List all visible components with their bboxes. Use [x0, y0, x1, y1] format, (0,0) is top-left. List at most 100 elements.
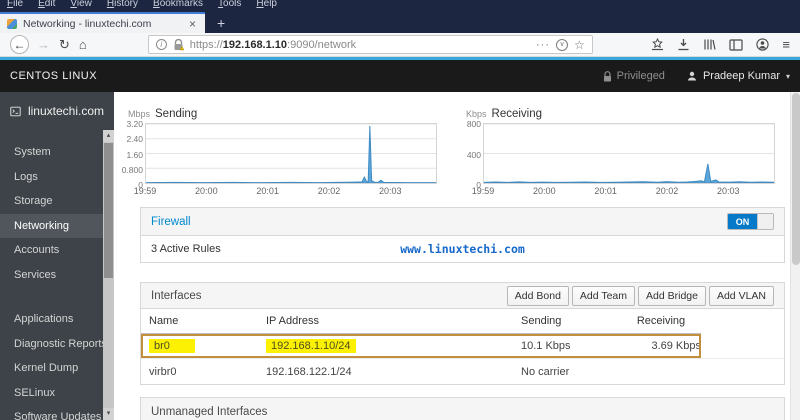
y-tick-label: 2.40	[126, 134, 143, 145]
page-scrollbar[interactable]	[790, 92, 800, 420]
sending-chart-title: Sending	[155, 108, 198, 120]
user-menu[interactable]: Pradeep Kumar ▾	[687, 70, 790, 82]
x-tick-label: 20:00	[195, 186, 218, 196]
account-icon[interactable]	[756, 38, 770, 51]
sidebar-item-diagnostic-reports[interactable]: Diagnostic Reports	[0, 332, 107, 357]
scroll-down-icon[interactable]: ▾	[103, 408, 114, 420]
cell-name: virbr0	[149, 365, 177, 378]
sidebar-item-accounts[interactable]: Accounts	[0, 238, 103, 263]
sidebar-toggle-icon[interactable]	[729, 38, 744, 51]
tab-close-button[interactable]: ×	[187, 17, 198, 31]
y-tick-label: 400	[466, 149, 481, 160]
menu-bookmarks[interactable]: Bookmarks	[153, 0, 203, 11]
x-tick-label: 20:01	[594, 186, 617, 196]
y-tick-label: 800	[466, 119, 481, 129]
cell-name: br0	[149, 339, 266, 353]
cell-receiving: 3.69 Kbps	[651, 340, 701, 352]
user-caret-icon: ▾	[785, 71, 790, 81]
browser-menu-items: File Edit View History Bookmarks Tools Help	[0, 0, 800, 11]
sending-plot	[145, 123, 437, 184]
privileged-lock-icon	[603, 70, 611, 81]
reload-button[interactable]: ↻	[59, 38, 70, 51]
interfaces-card: Interfaces Add Bond Add Team Add Bridge Add…	[140, 282, 785, 385]
column-header-receiving: Receiving	[636, 315, 686, 327]
menu-file[interactable]: File	[7, 0, 23, 11]
host-selector[interactable]: linuxtechi.com	[0, 92, 114, 130]
navbar-right-icons: ≡	[651, 37, 790, 52]
privileged-label: Privileged	[616, 70, 665, 82]
unmanaged-title: Unmanaged Interfaces	[151, 406, 268, 418]
sidebar-scrollbar[interactable]: ▴ ▾	[103, 130, 114, 420]
sidebar-item-networking[interactable]: Networking	[0, 213, 103, 238]
sidebar-item-kernel-dump[interactable]: Kernel Dump	[0, 356, 103, 381]
library-icon[interactable]	[703, 38, 716, 51]
sidebar-item-software-updates[interactable]: Software Updates	[0, 405, 103, 420]
url-scheme: https://	[189, 38, 223, 51]
privileged-badge[interactable]: Privileged	[603, 70, 665, 82]
sending-chart-unit: Mbps	[128, 109, 151, 119]
page-scroll-thumb[interactable]	[792, 93, 800, 265]
interfaces-title: Interfaces	[151, 289, 202, 302]
receiving-x-axis: 19:59 20:00 20:01 20:02 20:03	[472, 184, 775, 197]
menu-history[interactable]: History	[107, 0, 138, 11]
sidebar-scroll-thumb[interactable]	[104, 143, 113, 278]
bookmark-star-icon[interactable]: ☆	[574, 38, 585, 52]
sidebar-item-services[interactable]: Services	[0, 263, 103, 288]
menu-edit[interactable]: Edit	[38, 0, 55, 11]
column-header-ip-address: IP Address	[266, 315, 319, 327]
main-content: Mbps Sending 3.20 2.40 1.60 0.800 0 19:59 20:…	[114, 92, 800, 420]
add-team-button[interactable]: Add Team	[571, 285, 636, 306]
bookmarks-tray-icon[interactable]	[651, 38, 664, 51]
user-name: Pradeep Kumar	[702, 70, 780, 82]
sidebar-item-storage[interactable]: Storage	[0, 189, 103, 214]
forward-button[interactable]: →	[37, 38, 50, 51]
lock-warning-icon	[174, 38, 184, 50]
page-actions-icon[interactable]: ···	[536, 39, 550, 51]
url-bar[interactable]: i https://192.168.1.10:9090/network ··· …	[147, 35, 593, 54]
downloads-icon[interactable]	[677, 38, 690, 51]
menu-help[interactable]: Help	[256, 0, 277, 11]
interface-row-br0[interactable]: br0 192.168.1.10/24 10.1 Kbps 3.69 Kbps	[141, 334, 784, 359]
back-button[interactable]: ←	[10, 35, 29, 54]
add-vlan-button[interactable]: Add VLAN	[708, 285, 774, 306]
sidebar-item-system[interactable]: System	[0, 140, 103, 165]
scroll-up-icon[interactable]: ▴	[103, 130, 114, 142]
hamburger-menu-icon[interactable]: ≡	[782, 37, 790, 52]
host-name: linuxtechi.com	[27, 104, 104, 118]
y-tick-label: 0.800	[121, 164, 143, 175]
page-info-icon[interactable]: i	[155, 39, 167, 50]
column-header-name: Name	[149, 315, 179, 327]
home-button[interactable]: ⌂	[79, 38, 87, 51]
sidebar-item-applications[interactable]: Applications	[0, 307, 103, 332]
receiving-chart-unit: Kbps	[466, 109, 487, 119]
screen: File Edit View History Bookmarks Tools Help Ne…	[0, 0, 800, 420]
x-tick-label: 20:02	[317, 186, 341, 196]
pocket-icon[interactable]: ∨	[556, 38, 568, 51]
x-tick-label: 20:03	[717, 186, 740, 196]
firewall-toggle[interactable]: ON	[727, 213, 774, 230]
x-tick-label: 20:03	[379, 186, 402, 196]
menu-view[interactable]: View	[70, 0, 92, 11]
menu-tools[interactable]: Tools	[218, 0, 241, 11]
sidebar-item-logs[interactable]: Logs	[0, 165, 103, 190]
interfaces-table-header: Name IP Address Sending Receiving	[141, 309, 701, 334]
new-tab-button[interactable]: +	[205, 15, 237, 33]
add-bridge-button[interactable]: Add Bridge	[638, 285, 706, 306]
receiving-plot	[483, 123, 775, 184]
firewall-link[interactable]: Firewall	[151, 216, 191, 228]
charts-row: Mbps Sending 3.20 2.40 1.60 0.800 0 19:59 20:…	[122, 108, 800, 197]
sidebar-item-selinux[interactable]: SELinux	[0, 381, 103, 406]
unmanaged-card: Unmanaged Interfaces	[140, 397, 785, 420]
x-tick-label: 20:02	[655, 186, 679, 196]
tab-title: Networking - linuxtechi.com	[23, 17, 152, 30]
column-header-sending: Sending	[521, 315, 562, 327]
x-tick-label: 20:01	[256, 186, 279, 196]
y-tick-label: 3.20	[126, 119, 143, 129]
sending-x-axis: 19:59 20:00 20:01 20:02 20:03	[134, 184, 437, 197]
add-bond-button[interactable]: Add Bond	[506, 285, 569, 306]
interface-row-virbr0[interactable]: virbr0 192.168.122.1/24 No carrier	[141, 359, 784, 384]
browser-tab[interactable]: Networking - linuxtechi.com ×	[0, 12, 205, 33]
y-tick-label: 1.60	[126, 149, 143, 160]
host-icon	[10, 106, 21, 116]
interfaces-table-body: br0 192.168.1.10/24 10.1 Kbps 3.69 Kbps virb…	[141, 334, 784, 384]
